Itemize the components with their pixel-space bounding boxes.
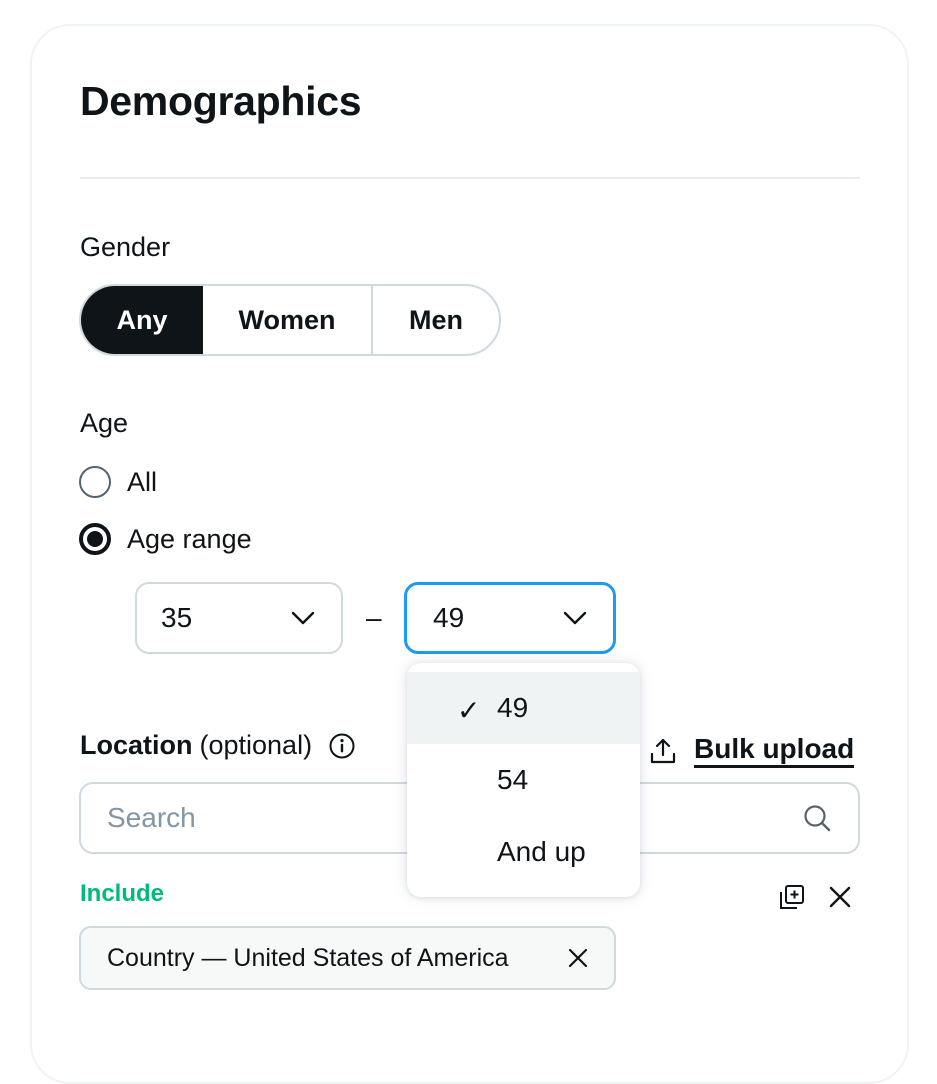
location-chip-text: Country — United States of America: [107, 943, 509, 972]
duplicate-add-icon[interactable]: [778, 883, 806, 911]
bulk-upload-label[interactable]: Bulk upload: [694, 733, 855, 768]
dropdown-option-label: 49: [497, 692, 529, 723]
age-radio-range-label: Age range: [127, 523, 252, 554]
gender-option-women[interactable]: Women: [203, 286, 373, 354]
remove-chip-icon[interactable]: [568, 948, 588, 968]
dropdown-option-and-up[interactable]: And up: [407, 816, 640, 888]
age-label: Age: [80, 408, 129, 438]
location-chip: Country — United States of America: [79, 926, 616, 990]
gender-segmented-control: Any Women Men: [79, 284, 501, 356]
age-radio-all-label: All: [127, 466, 158, 497]
location-label: Location (optional): [80, 730, 356, 761]
chevron-down-icon: [291, 611, 315, 625]
radio-unchecked-icon[interactable]: [79, 466, 111, 498]
gender-option-men[interactable]: Men: [373, 286, 499, 354]
dropdown-option-label: 54: [497, 764, 529, 795]
include-actions: [778, 883, 852, 911]
radio-checked-icon[interactable]: [79, 523, 111, 555]
include-label: Include: [80, 880, 165, 907]
range-separator: –: [366, 602, 382, 633]
age-to-value: 49: [433, 602, 465, 633]
location-label-text: Location: [80, 730, 193, 760]
location-optional-text: (optional): [199, 730, 313, 760]
bulk-upload-link[interactable]: Bulk upload: [648, 733, 855, 768]
close-icon[interactable]: [828, 885, 852, 909]
age-from-value: 35: [161, 602, 193, 633]
gender-option-any[interactable]: Any: [81, 286, 203, 354]
age-radio-all[interactable]: All: [79, 466, 157, 498]
search-icon[interactable]: [802, 803, 832, 833]
check-icon: ✓: [457, 695, 481, 726]
dropdown-option-49[interactable]: ✓ 49: [407, 672, 640, 744]
section-title: Demographics: [80, 78, 362, 124]
dropdown-option-label: And up: [497, 836, 586, 867]
chevron-down-icon: [563, 611, 587, 625]
gender-label: Gender: [80, 232, 171, 262]
age-from-select[interactable]: 35: [135, 582, 343, 654]
age-to-dropdown-menu: ✓ 49 54 And up: [407, 663, 640, 897]
divider: [80, 177, 860, 179]
age-radio-range[interactable]: Age range: [79, 523, 252, 555]
age-to-select[interactable]: 49: [404, 582, 616, 654]
dropdown-option-54[interactable]: 54: [407, 744, 640, 816]
upload-icon: [650, 738, 676, 763]
info-icon[interactable]: [328, 732, 356, 760]
